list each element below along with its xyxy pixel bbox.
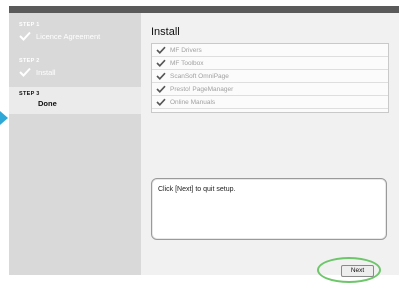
pointer-arrow-icon	[0, 111, 8, 125]
step-2-number: STEP 2	[19, 58, 40, 64]
main-top-bar	[141, 6, 399, 13]
list-item: Presto! PageManager	[152, 83, 388, 96]
step-3-number: STEP 3	[19, 91, 40, 97]
list-item: MF Toolbox	[152, 57, 388, 70]
sidebar-top-bar	[9, 6, 141, 13]
wizard-main-panel: Install MF Drivers MF Toolbox ScanSoft O…	[141, 6, 399, 275]
wizard-steps-sidebar: STEP 1 Licence Agreement STEP 2 Install …	[9, 6, 141, 275]
check-icon	[156, 59, 166, 67]
message-text: Click [Next] to quit setup.	[158, 186, 236, 193]
check-icon	[156, 85, 166, 93]
step-3-label: Done	[38, 99, 57, 108]
next-button[interactable]: Next	[341, 265, 374, 277]
check-icon	[156, 72, 166, 80]
list-item-label: MF Drivers	[170, 46, 202, 54]
check-icon	[156, 98, 166, 106]
list-item-label: Presto! PageManager	[170, 85, 234, 93]
step-2-label: Install	[36, 67, 56, 77]
list-item-label: ScanSoft OmniPage	[170, 72, 229, 80]
check-icon	[19, 31, 31, 41]
message-box: Click [Next] to quit setup.	[151, 178, 387, 240]
list-item-label: MF Toolbox	[170, 59, 204, 67]
list-item: MF Drivers	[152, 44, 388, 57]
page-title: Install	[151, 26, 180, 38]
list-item-label: Online Manuals	[170, 98, 216, 106]
step-1-label: Licence Agreement	[36, 31, 101, 41]
check-icon	[19, 67, 31, 77]
list-item: Online Manuals	[152, 96, 388, 109]
install-items-list: MF Drivers MF Toolbox ScanSoft OmniPage …	[151, 43, 389, 113]
step-3: STEP 3 Done	[9, 87, 141, 114]
check-icon	[156, 46, 166, 54]
step-1-number: STEP 1	[19, 22, 40, 28]
list-item: ScanSoft OmniPage	[152, 70, 388, 83]
